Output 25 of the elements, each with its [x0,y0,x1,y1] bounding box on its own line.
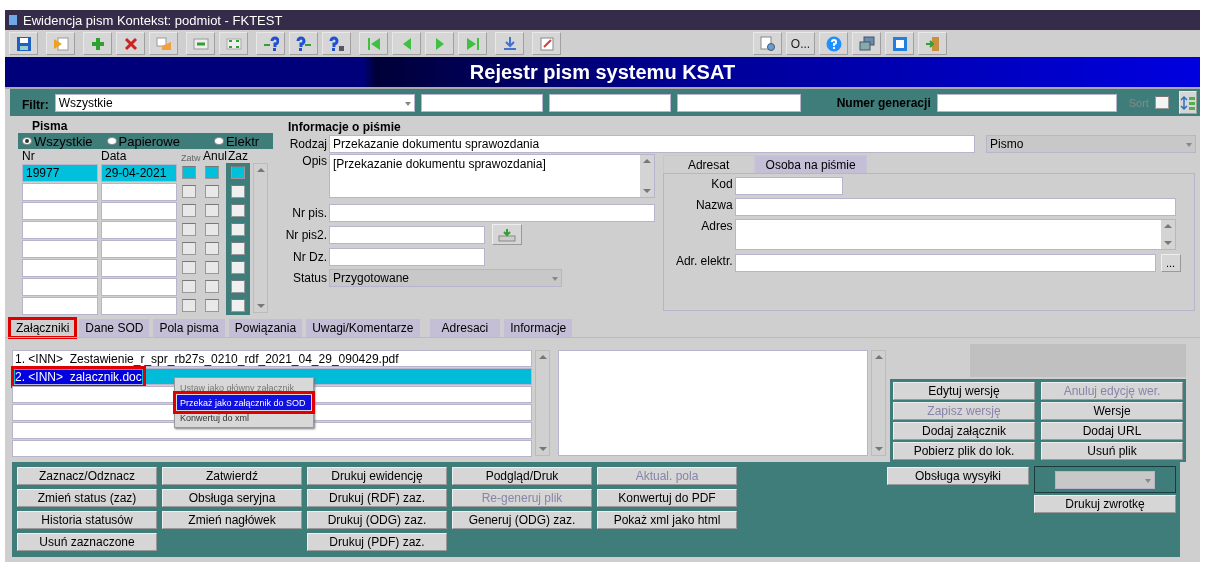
banner-title: Rejestr pism systemu KSAT [469,60,736,84]
filter-label: Filtr: [22,98,49,112]
radio-label: Papierowe [118,133,180,149]
field-label: Adr. elektr. [674,254,733,268]
radio-label: Elektr [225,133,260,149]
group-title: Pisma [32,119,69,133]
generation-label: Numer generacji [836,95,931,110]
field-label: Kod [710,177,733,191]
column-header: Zatw [181,153,202,163]
sort-label: Sort [1128,96,1149,109]
column-header: Data [101,149,128,163]
field-label: Nr pis. [291,205,327,220]
field-label: Status [291,270,327,285]
column-header: Zaz [228,149,249,163]
section-title: Informacje o piśmie [288,119,402,133]
column-header: Nr [22,149,36,163]
field-label: Adres [700,219,733,233]
window-title: Ewidencja pism Kontekst: podmiot - FKTEST [23,12,283,28]
field-label: Nazwa [694,198,733,212]
radio-label: Wszystkie [34,133,93,149]
field-label: Nr pis2. [285,227,327,242]
field-label: Nr Dz. [292,249,327,264]
field-label: Opis [301,154,327,168]
field-label: Rodzaj [288,136,327,151]
column-header: Anul [203,149,228,163]
